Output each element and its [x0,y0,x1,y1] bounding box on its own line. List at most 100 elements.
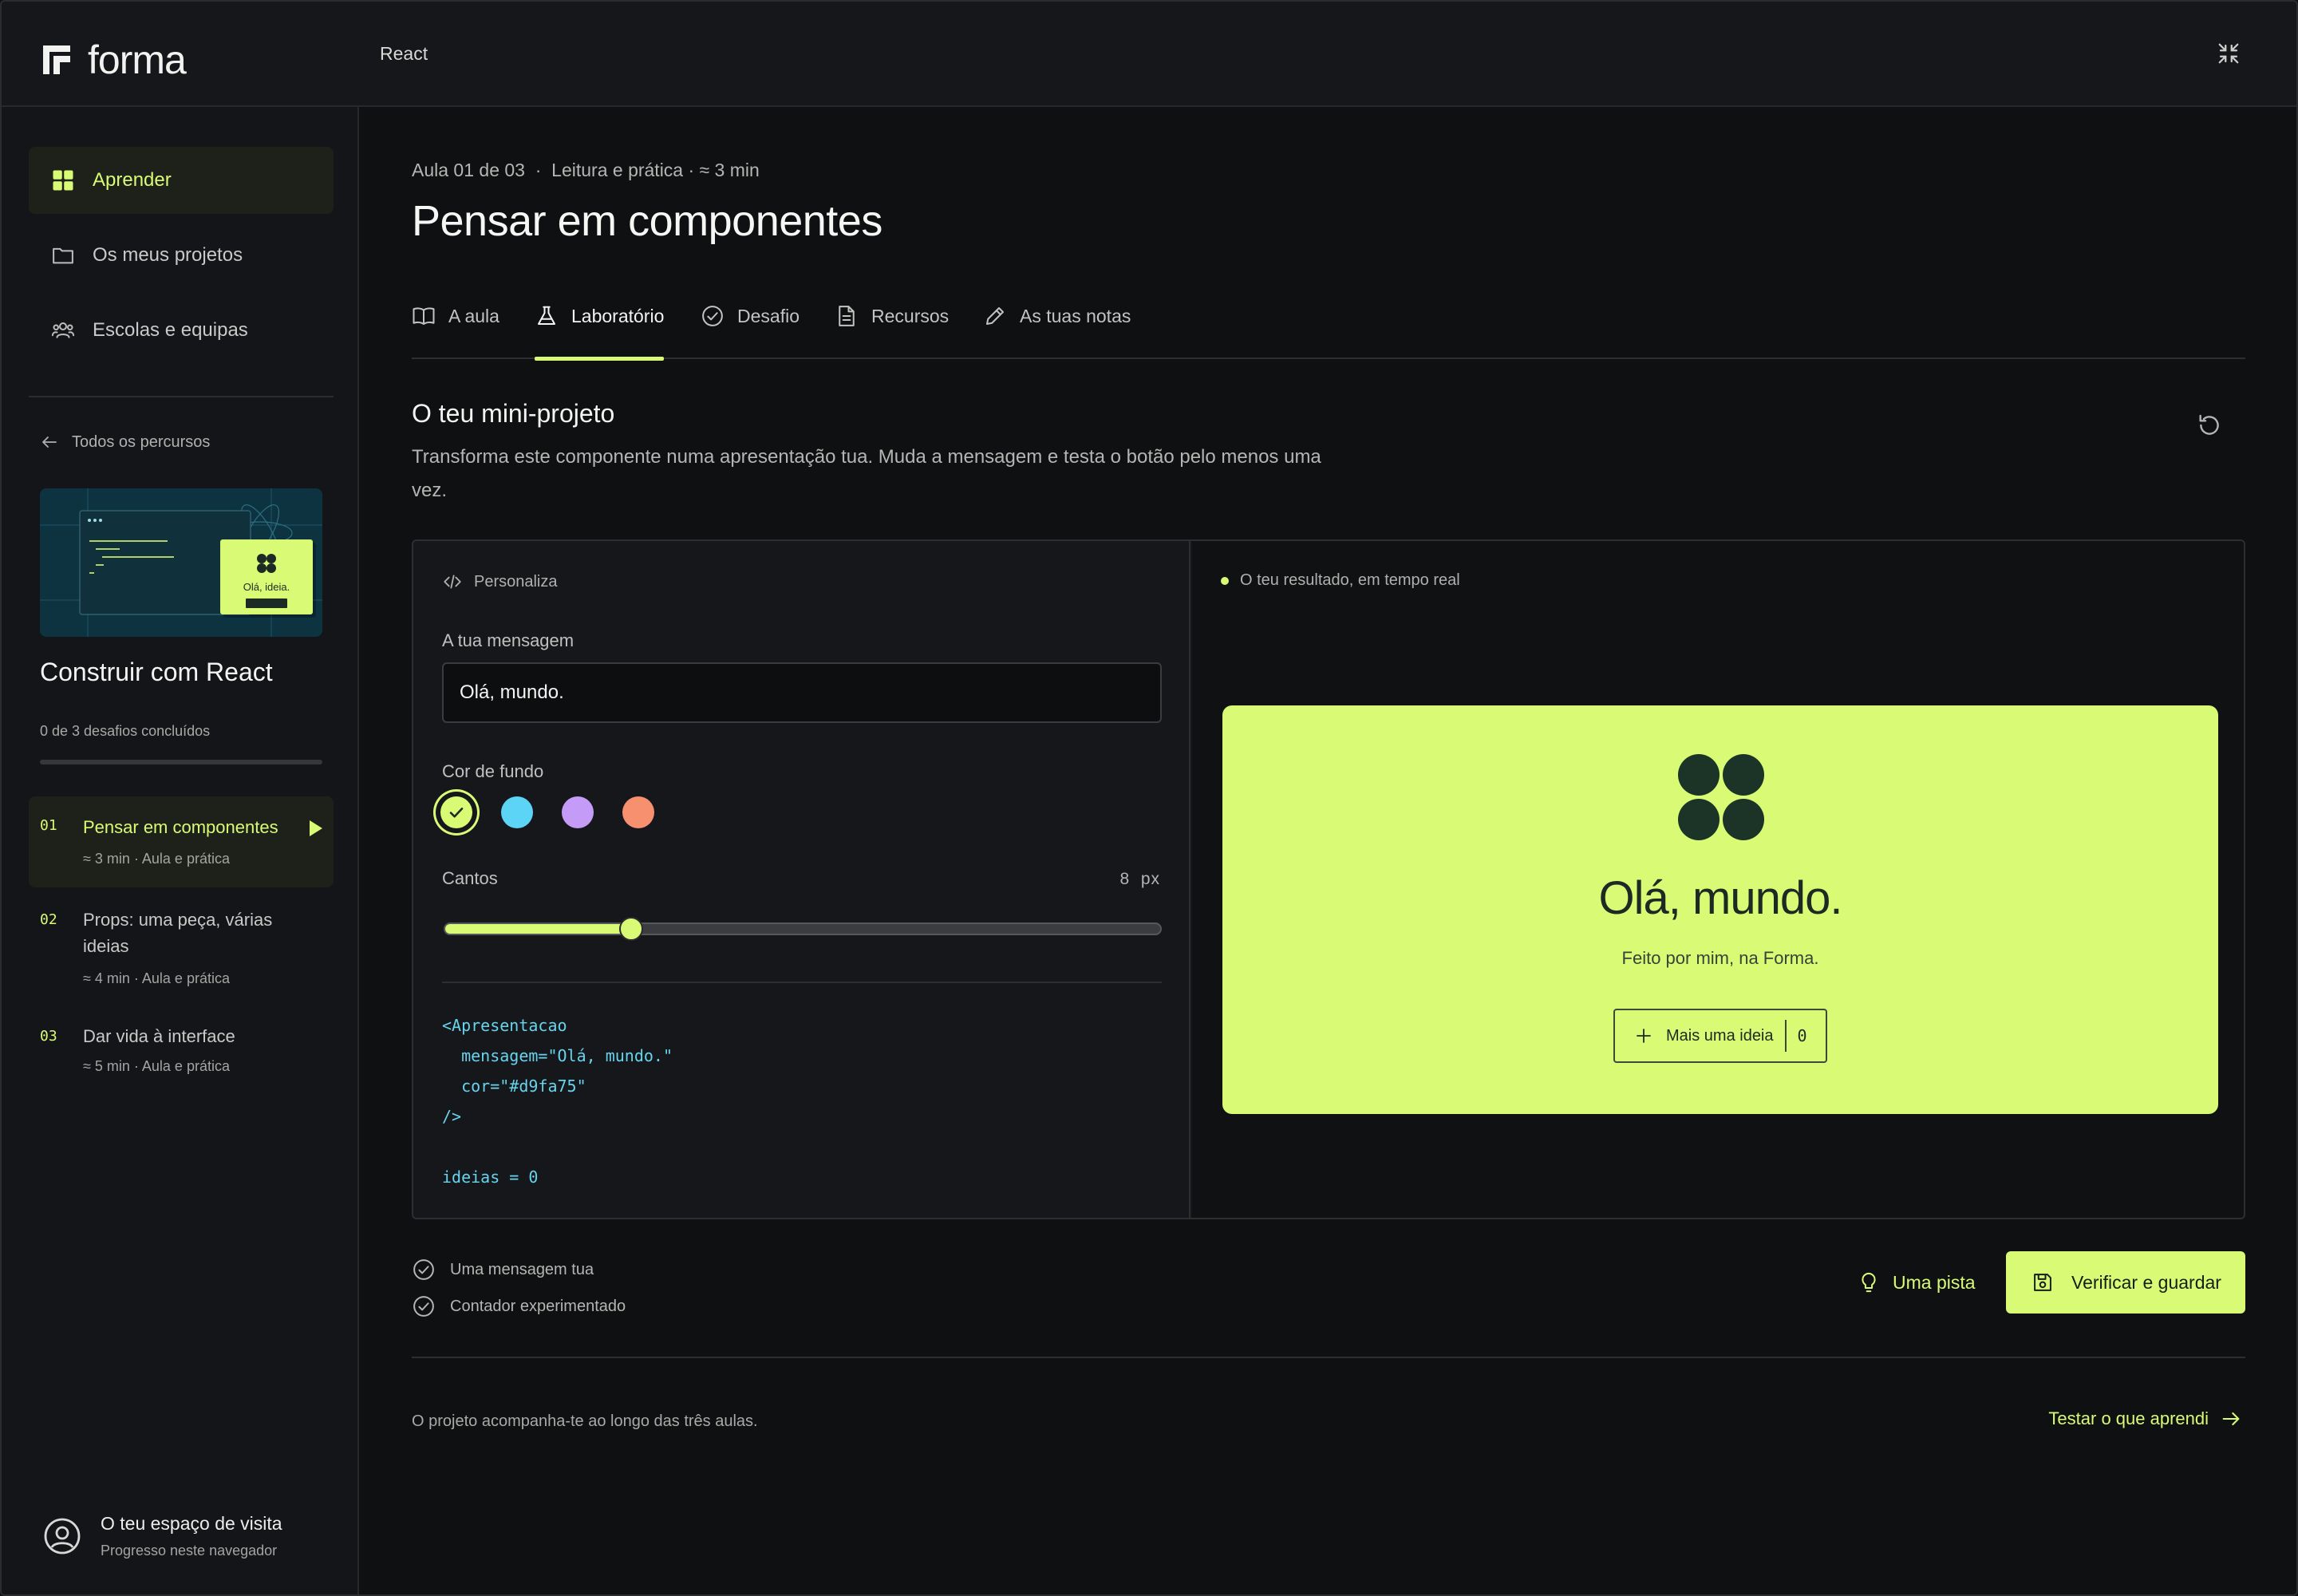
editor-label-text: Personaliza [474,572,558,591]
collapse-icon[interactable] [2217,41,2241,65]
hint-button[interactable]: Uma pista [1858,1251,1976,1314]
preview-label-text: O teu resultado, em tempo real [1240,571,1460,589]
card-subtitle: Feito por mim, na Forma. [1621,948,1819,968]
tab-label: Recursos [871,305,950,326]
user-circle-icon [44,1518,81,1555]
corners-label: Cantos [442,868,498,888]
folder-icon [53,247,73,264]
four-circles-icon [1678,754,1764,840]
lesson-meta: ≈ 4 min · Aula e prática [83,970,230,986]
message-input[interactable] [442,662,1162,723]
grid-icon [53,170,73,191]
back-to-courses-link[interactable]: Todos os percursos [40,433,210,452]
slider-handle[interactable] [618,917,643,941]
sidebar-item-aprender[interactable]: Aprender [29,147,334,214]
swatch-lime[interactable] [440,796,472,828]
app-window: forma React Aprender Os meus projetos Es… [0,0,2298,1596]
tab-notas[interactable]: As tuas notas [983,284,1131,359]
tab-label: As tuas notas [1020,305,1131,326]
guest-profile[interactable]: O teu espaço de visita Progresso neste n… [43,1513,282,1559]
lesson-number: 02 [40,911,57,928]
play-icon [310,820,322,836]
code-preview: <Apresentacao mensagem="Olá, mundo." cor… [442,1016,673,1187]
logo[interactable]: forma [43,37,187,83]
thumbnail-card-text: Olá, ideia. [243,581,290,593]
section-description: Transforma este componente numa apresent… [412,446,1321,501]
lesson-title: Pensar em componentes [83,817,278,837]
editor-divider [442,982,1162,983]
card-title: Olá, mundo. [1598,872,1843,924]
swatch-purple[interactable] [562,796,594,828]
lesson-title: Props: uma peça, várias ideias [83,910,273,956]
tab-laboratorio[interactable]: Laboratório [535,284,665,361]
lesson-meta: ≈ 3 min · Aula e prática [83,851,230,867]
corners-slider[interactable] [444,917,1162,941]
lesson-number: 03 [40,1028,57,1045]
lesson-item-03[interactable]: 03 Dar vida à interface ≈ 5 min · Aula e… [29,1018,334,1082]
back-link-label: Todos os percursos [72,433,211,451]
background-color-label: Cor de fundo [442,761,544,781]
lesson-item-01[interactable]: 01 Pensar em componentes ≈ 3 min · Aula … [29,796,334,887]
tab-a-aula[interactable]: A aula [412,284,499,359]
corners-unit: px [1140,870,1160,888]
color-swatches [440,796,654,828]
arrow-left-icon [42,437,57,448]
check-icon [449,808,464,818]
guest-title: O teu espaço de visita [101,1513,282,1534]
reset-icon[interactable] [2196,412,2223,439]
requirement-item: Uma mensagem tua [412,1251,626,1288]
verify-and-save-button[interactable]: Verificar e guardar [2006,1251,2245,1314]
check-circle-icon [702,306,723,326]
swatch-cyan[interactable] [501,796,533,828]
sidebar-item-label: Escolas e equipas [93,319,248,341]
book-icon [413,307,435,325]
main-divider [412,1357,2245,1358]
corners-number: 8 [1119,870,1131,888]
page-title: Pensar em componentes [412,197,882,245]
tab-label: A aula [448,305,499,326]
save-icon [2034,1274,2051,1291]
code-icon [444,575,461,589]
footer-note: O projeto acompanha-te ao longo das três… [412,1412,758,1430]
requirement-item: Contador experimentado [412,1288,626,1325]
more-ideas-button[interactable]: Mais uma ideia 0 [1613,1009,1827,1063]
sidebar: Aprender Os meus projetos Escolas e equi… [2,107,359,1594]
sidebar-item-label: Aprender [93,169,172,191]
lightbulb-icon [1862,1272,1876,1293]
next-step-link[interactable]: Testar o que aprendi [2048,1408,2242,1430]
lesson-item-02[interactable]: 02 Props: uma peça, várias ideias ≈ 4 mi… [29,900,334,1004]
document-icon [839,306,855,326]
hint-label: Uma pista [1893,1271,1976,1293]
section-title: O teu mini-projeto [412,399,615,428]
course-illustration-icon: Olá, ideia. [40,488,322,637]
ideas-count: 0 [1797,1026,1807,1045]
tab-label: Desafio [737,305,800,326]
check-circle-icon [413,1259,434,1280]
sidebar-item-projetos[interactable]: Os meus projetos [29,222,334,289]
tab-recursos[interactable]: Recursos [835,284,949,359]
flask-icon [538,306,555,325]
check-circle-icon [413,1296,434,1317]
main-content: Aula 01 de 03 · Leitura e prática · ≈ 3 … [361,107,2296,1594]
swatch-coral[interactable] [622,796,654,828]
lesson-tabs: A aula Laboratório Desafio Recursos As t… [412,284,2245,361]
sidebar-item-escolas[interactable]: Escolas e equipas [29,297,334,364]
lesson-meta: ≈ 5 min · Aula e prática [83,1058,230,1074]
lesson-meta-line: Aula 01 de 03 · Leitura e prática · ≈ 3 … [412,160,760,180]
presentation-card: Olá, mundo. Feito por mim, na Forma. Mai… [1222,705,2218,1114]
next-step-label: Testar o que aprendi [2048,1408,2209,1428]
more-ideas-label: Mais uma ideia [1666,1026,1774,1045]
course-thumbnail[interactable]: Olá, ideia. [40,488,322,637]
live-indicator [1221,576,1229,585]
top-bar: forma React [2,2,2296,107]
editor-pane: Personaliza A tua mensagem Cor de fundo … [413,541,1190,1218]
breadcrumb[interactable]: React [380,43,428,65]
logo-wordmark: forma [88,38,187,82]
tab-desafio[interactable]: Desafio [701,284,800,359]
corners-value: 8 px [1119,870,1160,889]
preview-pane: O teu resultado, em tempo real Olá, mund… [1192,541,2244,1218]
plus-icon [1637,1029,1651,1043]
users-icon [51,322,75,338]
requirement-label: Uma mensagem tua [450,1260,594,1278]
course-title: Construir com React [40,658,273,686]
